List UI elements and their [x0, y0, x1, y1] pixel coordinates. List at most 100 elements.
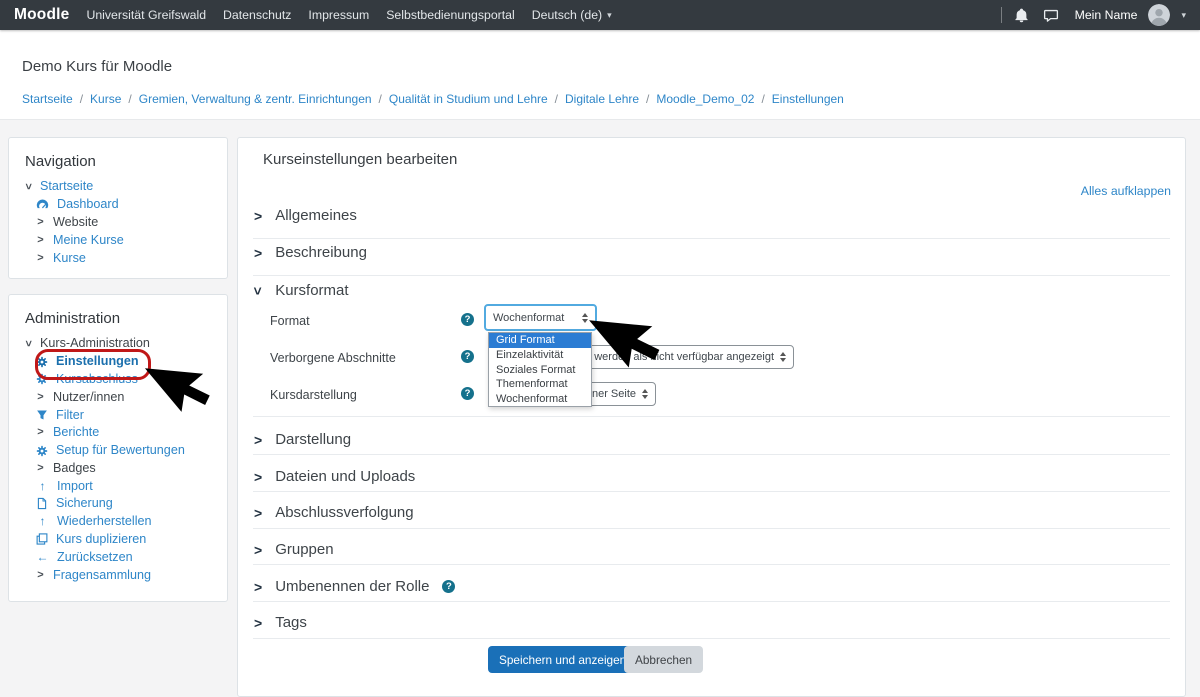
section-divider: [253, 416, 1170, 417]
section-umbenennen-der-rolle[interactable]: > Umbenennen der Rolle ?: [254, 578, 455, 595]
gear-icon: [36, 356, 48, 368]
sidebar-item-badges[interactable]: > Badges: [9, 459, 227, 477]
breadcrumb-startseite[interactable]: Startseite: [22, 92, 73, 106]
navbar-link-datenschutz[interactable]: Datenschutz: [223, 8, 291, 22]
section-abschlussverfolgung[interactable]: > Abschlussverfolgung: [254, 504, 414, 521]
language-label: Deutsch (de): [532, 8, 602, 22]
sidebar-item-import[interactable]: ↑ Import: [9, 477, 227, 495]
sidebar-item-zuruecksetzen[interactable]: ← Zurücksetzen: [9, 548, 227, 566]
section-label: Tags: [275, 614, 307, 631]
section-divider: [253, 275, 1170, 276]
help-icon[interactable]: ?: [461, 350, 474, 363]
sidebar-item-meine-kurse[interactable]: > Meine Kurse: [9, 231, 227, 249]
dropdown-option-themenformat[interactable]: Themenformat: [489, 377, 591, 392]
breadcrumb-separator: /: [80, 92, 83, 106]
course-settings-form: Kurseinstellungen bearbeiten Alles aufkl…: [237, 137, 1186, 697]
chevron-right-icon: >: [254, 432, 262, 448]
sidebar-item-label: Filter: [56, 409, 84, 422]
messages-button[interactable]: [1042, 6, 1060, 24]
breadcrumb-qualitaet[interactable]: Qualität in Studium und Lehre: [389, 92, 548, 106]
breadcrumb-einstellungen[interactable]: Einstellungen: [772, 92, 844, 106]
section-beschreibung[interactable]: > Beschreibung: [254, 244, 367, 261]
sidebar-item-einstellungen[interactable]: Einstellungen: [9, 353, 227, 371]
select-arrows-icon: [780, 352, 786, 362]
section-divider: [253, 601, 1170, 602]
navbar-link-impressum[interactable]: Impressum: [308, 8, 369, 22]
chevron-down-icon: >: [21, 339, 34, 348]
sidebar-item-fragensammlung[interactable]: > Fragensammlung: [9, 566, 227, 584]
help-icon[interactable]: ?: [442, 580, 455, 593]
dropdown-option-grid-format[interactable]: Grid Format: [489, 333, 591, 348]
arrow-up-icon: ↑: [36, 480, 49, 493]
section-kursformat[interactable]: > Kursformat: [254, 282, 349, 299]
cancel-button[interactable]: Abbrechen: [624, 646, 703, 673]
section-divider: [253, 528, 1170, 529]
gear-icon: [36, 445, 48, 457]
page-header: Demo Kurs für Moodle Startseite / Kurse …: [0, 30, 1200, 120]
breadcrumb-digitale-lehre[interactable]: Digitale Lehre: [565, 92, 639, 106]
breadcrumb-gremien[interactable]: Gremien, Verwaltung & zentr. Einrichtung…: [139, 92, 372, 106]
sidebar-item-wiederherstellen[interactable]: ↑ Wiederherstellen: [9, 513, 227, 531]
avatar[interactable]: [1148, 4, 1170, 26]
chevron-right-icon: >: [254, 542, 262, 558]
navbar-link-universitaet[interactable]: Universität Greifswald: [86, 8, 206, 22]
section-divider: [253, 638, 1170, 639]
navigation-tree: > Startseite Dashboard > Website > Meine…: [9, 178, 227, 267]
chevron-down-icon: >: [21, 182, 34, 191]
chevron-right-icon: >: [254, 615, 262, 631]
language-menu[interactable]: Deutsch (de) ▾: [532, 8, 612, 22]
help-icon[interactable]: ?: [461, 387, 474, 400]
sidebar-item-dashboard[interactable]: Dashboard: [9, 196, 227, 214]
sidebar-item-nutzer-innen[interactable]: > Nutzer/innen: [9, 388, 227, 406]
user-name: Mein Name: [1075, 8, 1138, 22]
sidebar-item-startseite[interactable]: > Startseite: [9, 178, 227, 196]
sidebar-item-kursabschluss[interactable]: Kursabschluss: [9, 371, 227, 389]
section-label: Umbenennen der Rolle: [275, 578, 429, 595]
dropdown-option-soziales-format[interactable]: Soziales Format: [489, 362, 591, 377]
sidebar-item-website[interactable]: > Website: [9, 214, 227, 232]
gear-icon: [36, 373, 48, 385]
dropdown-option-einzelaktivitaet[interactable]: Einzelaktivität: [489, 348, 591, 363]
expand-all-link[interactable]: Alles aufklappen: [1081, 184, 1171, 198]
arrow-left-icon: ←: [36, 551, 49, 564]
breadcrumb-kurse[interactable]: Kurse: [90, 92, 121, 106]
format-select-value: Wochenformat: [493, 312, 576, 324]
sidebar-item-label: Kurs duplizieren: [56, 533, 146, 546]
administration-block-title: Administration: [9, 295, 227, 335]
section-divider: [253, 491, 1170, 492]
format-dropdown-list: Grid Format Einzelaktivität Soziales For…: [488, 332, 592, 407]
notifications-button[interactable]: [1013, 6, 1031, 24]
chevron-right-icon: >: [254, 505, 262, 521]
section-allgemeines[interactable]: > Allgemeines: [254, 207, 357, 224]
sidebar-item-berichte[interactable]: > Berichte: [9, 424, 227, 442]
section-gruppen[interactable]: > Gruppen: [254, 541, 334, 558]
user-menu-chevron-icon[interactable]: ▾: [1181, 11, 1186, 20]
breadcrumb: Startseite / Kurse / Gremien, Verwaltung…: [22, 92, 844, 106]
sidebar-item-filter[interactable]: Filter: [9, 406, 227, 424]
chevron-right-icon: >: [254, 208, 262, 224]
chevron-right-icon: >: [254, 245, 262, 261]
section-label: Darstellung: [275, 431, 351, 448]
moodle-logo[interactable]: Moodle: [14, 6, 69, 24]
breadcrumb-moodle-demo[interactable]: Moodle_Demo_02: [656, 92, 754, 106]
copy-icon: [36, 533, 48, 545]
arrow-up-icon: ↑: [36, 515, 49, 528]
section-label: Allgemeines: [275, 207, 357, 224]
save-and-display-button[interactable]: Speichern und anzeigen: [488, 646, 637, 673]
sidebar-item-setup-bewertungen[interactable]: Setup für Bewertungen: [9, 442, 227, 460]
sidebar-item-kurse[interactable]: > Kurse: [9, 249, 227, 267]
file-icon: [36, 497, 48, 510]
sidebar-item-kurs-administration[interactable]: > Kurs-Administration: [9, 335, 227, 353]
sidebar-item-kurs-duplizieren[interactable]: Kurs duplizieren: [9, 531, 227, 549]
help-icon[interactable]: ?: [461, 313, 474, 326]
sidebar-item-sicherung[interactable]: Sicherung: [9, 495, 227, 513]
section-dateien-und-uploads[interactable]: > Dateien und Uploads: [254, 468, 415, 485]
navbar-link-selbstbedienungsportal[interactable]: Selbstbedienungsportal: [386, 8, 515, 22]
navbar-divider: [1001, 7, 1002, 23]
dropdown-option-wochenformat[interactable]: Wochenformat: [489, 392, 591, 407]
format-select[interactable]: Wochenformat: [484, 304, 597, 331]
section-label: Gruppen: [275, 541, 333, 558]
section-darstellung[interactable]: > Darstellung: [254, 431, 351, 448]
breadcrumb-separator: /: [646, 92, 649, 106]
section-tags[interactable]: > Tags: [254, 614, 307, 631]
